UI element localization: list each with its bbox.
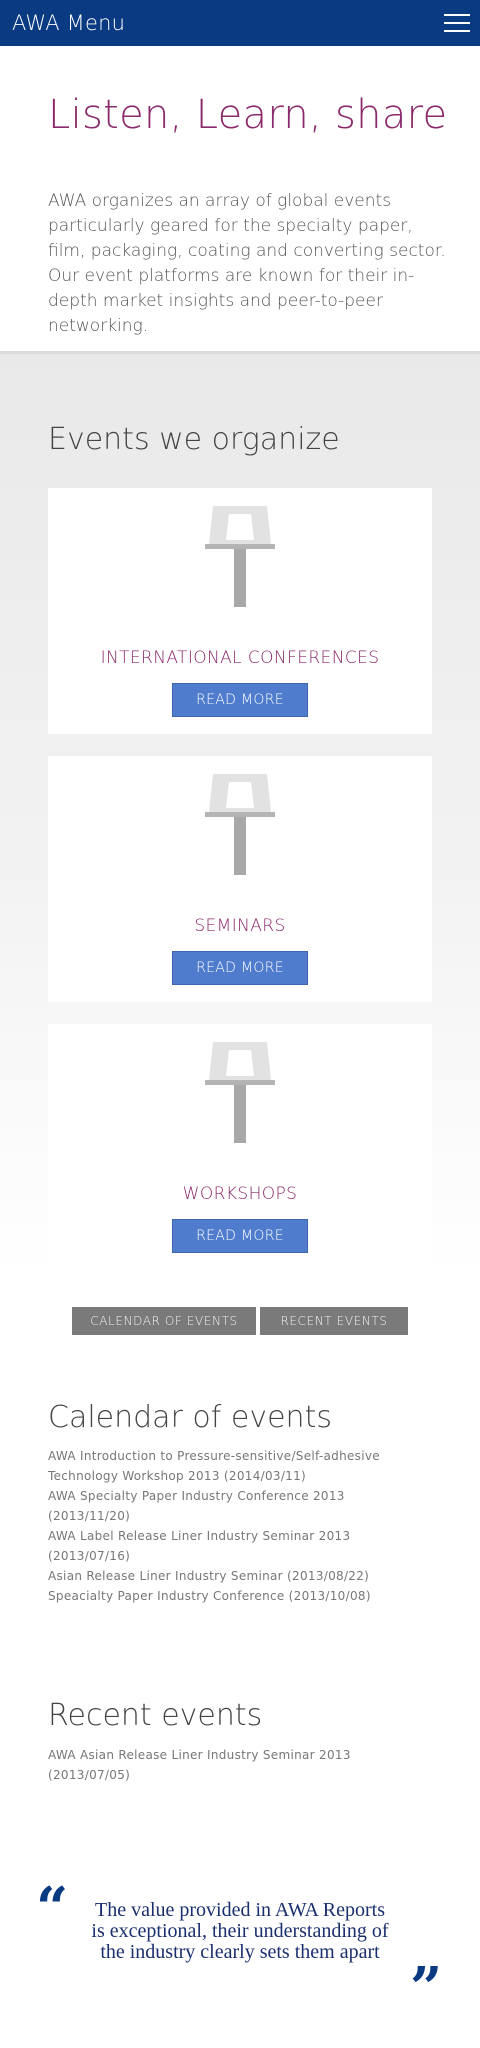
card-title: SEMINARS — [194, 916, 286, 936]
podium-icon — [205, 506, 275, 607]
list-item[interactable]: AWA Introduction to Pressure-sensitive/S… — [48, 1446, 428, 1486]
card-title: WORKSHOPS — [182, 1184, 298, 1204]
calendar-list: AWA Introduction to Pressure-sensitive/S… — [48, 1446, 428, 1606]
list-item[interactable]: AWA Label Release Liner Industry Seminar… — [48, 1526, 428, 1566]
calendar-heading: Calendar of events — [48, 1400, 332, 1435]
events-section: Events we organize INTERNATIONAL CONFERE… — [0, 354, 480, 1274]
list-item[interactable]: Asian Release Liner Industry Seminar (20… — [48, 1566, 428, 1586]
tab-calendar-of-events[interactable]: CALENDAR OF EVENTS — [72, 1307, 256, 1335]
open-quote-icon: “ — [36, 1875, 69, 1941]
card-title: INTERNATIONAL CONFERENCES — [100, 648, 380, 668]
read-more-button[interactable]: READ MORE — [172, 951, 308, 985]
close-quote-icon: ” — [410, 1955, 443, 2021]
podium-icon — [205, 1042, 275, 1143]
intro-section: Listen, Learn, share AWA organizes an ar… — [0, 46, 480, 352]
events-heading: Events we organize — [48, 422, 340, 457]
podium-icon — [205, 774, 275, 875]
testimonial-quote: The value provided in AWA Reports is exc… — [91, 1899, 389, 1963]
event-card-workshops: WORKSHOPS READ MORE — [48, 1024, 432, 1270]
read-more-button[interactable]: READ MORE — [172, 683, 308, 717]
read-more-button[interactable]: READ MORE — [172, 1219, 308, 1253]
menu-title[interactable]: AWA Menu — [12, 11, 125, 35]
recent-heading: Recent events — [48, 1698, 263, 1733]
recent-list: AWA Asian Release Liner Industry Seminar… — [48, 1745, 428, 1785]
intro-text: AWA organizes an array of global events … — [48, 191, 446, 336]
tab-recent-events[interactable]: RECENT EVENTS — [260, 1307, 408, 1335]
event-card-international-conferences: INTERNATIONAL CONFERENCES READ MORE — [48, 488, 432, 734]
list-item[interactable]: AWA Asian Release Liner Industry Seminar… — [48, 1745, 428, 1785]
list-item[interactable]: Speacialty Paper Industry Conference (20… — [48, 1586, 428, 1606]
list-item[interactable]: AWA Specialty Paper Industry Conference … — [48, 1486, 428, 1526]
top-navigation-bar: AWA Menu — [0, 0, 480, 46]
hamburger-menu-icon[interactable] — [444, 14, 470, 32]
event-card-seminars: SEMINARS READ MORE — [48, 756, 432, 1002]
intro-heading: Listen, Learn, share — [48, 92, 448, 138]
